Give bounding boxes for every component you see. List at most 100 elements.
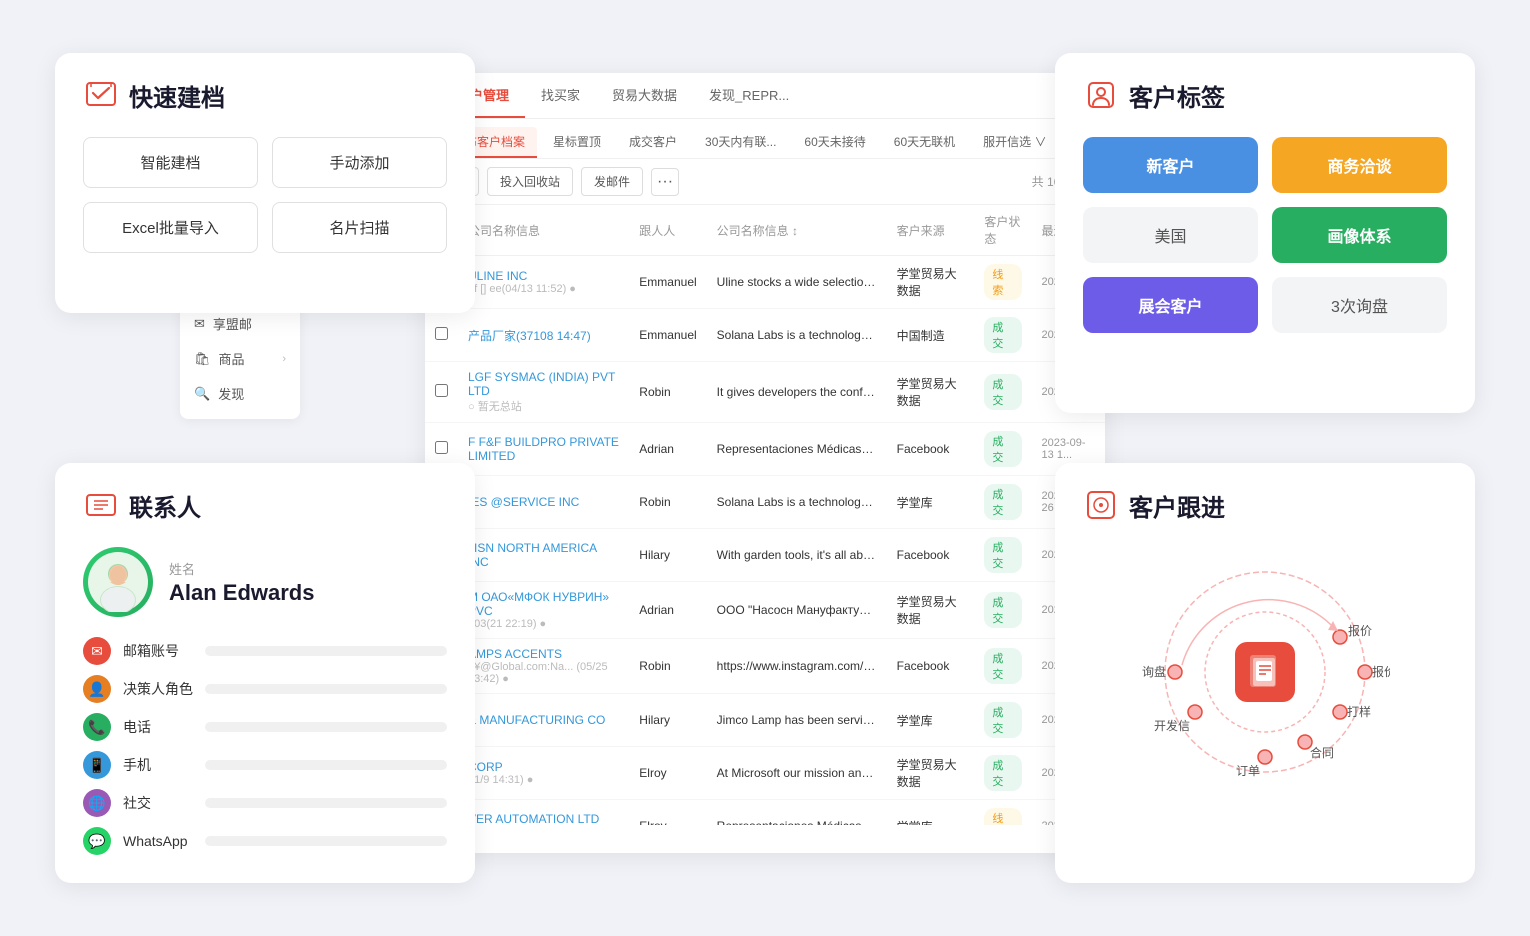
table-row[interactable]: F F&F BUILDPRO PRIVATE LIMITED Adrian Re… bbox=[425, 423, 1105, 476]
row-checkbox[interactable] bbox=[425, 362, 458, 423]
row-status: 成交 bbox=[974, 747, 1031, 800]
row-desc: It gives developers the confide... bbox=[707, 362, 887, 423]
row-source: Facebook bbox=[887, 639, 975, 694]
followup-circle-diagram: 报价 报价跟进 打样 合同 订单 开发信 询盘 bbox=[1140, 547, 1390, 797]
quick-archive-title: 快速建档 bbox=[83, 77, 447, 113]
table-row[interactable]: IES @SERVICE INC Robin Solana Labs is a … bbox=[425, 476, 1105, 529]
row-checkbox[interactable] bbox=[425, 309, 458, 362]
row-owner: Robin bbox=[629, 362, 706, 423]
tab-discover[interactable]: 发现_REPR... bbox=[693, 73, 805, 118]
row-source: 学堂库 bbox=[887, 476, 975, 529]
svg-text:打样: 打样 bbox=[1347, 704, 1371, 719]
th-source: 客户来源 bbox=[887, 205, 975, 256]
svg-text:询盘: 询盘 bbox=[1142, 664, 1166, 679]
row-owner: Elroy bbox=[629, 747, 706, 800]
table-row[interactable]: AMPS ACCENTS ¥¥@Global.com:Na... (05/25 … bbox=[425, 639, 1105, 694]
row-company: AMPS ACCENTS ¥¥@Global.com:Na... (05/25 … bbox=[458, 639, 629, 694]
quick-archive-title-text: 快速建档 bbox=[129, 78, 225, 113]
row-source: 学堂贸易大数据 bbox=[887, 256, 975, 309]
tab-trade-bigdata[interactable]: 贸易大数据 bbox=[596, 73, 693, 118]
tab-find-buyer[interactable]: 找买家 bbox=[525, 73, 596, 118]
row-owner: Emmanuel bbox=[629, 309, 706, 362]
row-status: 成交 bbox=[974, 639, 1031, 694]
field-row-phone: 📞 电话 bbox=[83, 713, 447, 741]
sub-tabs: 开布客户档案 星标置顶 成交客户 30天内有联... 60天未接待 60天无联机… bbox=[425, 119, 1105, 159]
row-source: Facebook bbox=[887, 423, 975, 476]
table-scroll-container[interactable]: 公司名称信息 跟人人 公司名称信息 ↕ 客户来源 客户状态 最近 ULINE I… bbox=[425, 205, 1105, 825]
row-status: 成交 bbox=[974, 309, 1031, 362]
tag-row-2: 美国 画像体系 bbox=[1083, 207, 1447, 263]
tag-row-1: 新客户 商务洽谈 bbox=[1083, 137, 1447, 193]
table-header-row: 公司名称信息 跟人人 公司名称信息 ↕ 客户来源 客户状态 最近 bbox=[425, 205, 1105, 256]
customer-tag-title-text: 客户标签 bbox=[1129, 78, 1225, 113]
table-tabs: 客户管理 找买家 贸易大数据 发现_REPR... bbox=[425, 73, 1105, 119]
sub-tab-60days-no-reception[interactable]: 60天未接待 bbox=[792, 127, 877, 158]
table-row[interactable]: ULINE INC ¥f [] ee(04/13 11:52) ● Emmanu… bbox=[425, 256, 1105, 309]
table-row[interactable]: JISN NORTH AMERICA INC Hilary With garde… bbox=[425, 529, 1105, 582]
table-card: 客户管理 找买家 贸易大数据 发现_REPR... 开布客户档案 星标置顶 成交… bbox=[425, 73, 1105, 853]
manual-add-btn[interactable]: 手动添加 bbox=[272, 137, 447, 188]
followup-icon bbox=[1083, 487, 1119, 523]
business-negotiation-tag[interactable]: 商务洽谈 bbox=[1272, 137, 1447, 193]
row-company: ULINE INC ¥f [] ee(04/13 11:52) ● bbox=[458, 256, 629, 309]
quick-archive-card: 快速建档 智能建档 手动添加 Excel批量导入 名片扫描 bbox=[55, 53, 475, 313]
followup-center-icon bbox=[1235, 642, 1295, 702]
svg-text:订单: 订单 bbox=[1236, 764, 1260, 778]
whatsapp-value-bar bbox=[205, 836, 447, 846]
table-row[interactable]: LGF SYSMAC (INDIA) PVT LTD ○ 暂无总站 Robin … bbox=[425, 362, 1105, 423]
table-row[interactable]: VER AUTOMATION LTD SIEME Elroy Represent… bbox=[425, 800, 1105, 826]
expo-customer-tag[interactable]: 展会客户 bbox=[1083, 277, 1258, 333]
row-desc: Representaciones Médicas del ... bbox=[707, 423, 887, 476]
contact-title-text: 联系人 bbox=[129, 488, 201, 523]
sub-tab-30days[interactable]: 30天内有联... bbox=[693, 127, 788, 158]
table-actions: 选 投入回收站 发邮件 ··· 共 1650 条 bbox=[425, 159, 1105, 205]
smart-archive-btn[interactable]: 智能建档 bbox=[83, 137, 258, 188]
row-source: 学堂库 bbox=[887, 694, 975, 747]
usa-tag[interactable]: 美国 bbox=[1083, 207, 1258, 263]
business-card-btn[interactable]: 名片扫描 bbox=[272, 202, 447, 253]
mobile-value-bar bbox=[205, 760, 447, 770]
table-row[interactable]: 产品厂家(37108 14:47) Emmanuel Solana Labs i… bbox=[425, 309, 1105, 362]
row-company: 产品厂家(37108 14:47) bbox=[458, 309, 629, 362]
row-source: 中国制造 bbox=[887, 309, 975, 362]
row-company: LGF SYSMAC (INDIA) PVT LTD ○ 暂无总站 bbox=[458, 362, 629, 423]
excel-import-btn[interactable]: Excel批量导入 bbox=[83, 202, 258, 253]
sub-tab-60days-no-machine[interactable]: 60天无联机 bbox=[882, 127, 967, 158]
row-desc: Jimco Lamp has been serving t... bbox=[707, 694, 887, 747]
row-status: 线索 bbox=[974, 256, 1031, 309]
row-desc: Solana Labs is a technology co... bbox=[707, 309, 887, 362]
quick-archive-icon bbox=[83, 77, 119, 113]
portrait-system-tag[interactable]: 画像体系 bbox=[1272, 207, 1447, 263]
sub-tab-star-top[interactable]: 星标置顶 bbox=[541, 127, 613, 158]
contact-profile: 姓名 Alan Edwards bbox=[83, 547, 447, 617]
svg-text:合同: 合同 bbox=[1310, 745, 1334, 760]
row-desc: Representaciones Médicas del ... bbox=[707, 800, 887, 826]
row-owner: Adrian bbox=[629, 582, 706, 639]
mail-icon: ✉ bbox=[83, 637, 111, 665]
sub-tab-more[interactable]: 服开信选 ∨ bbox=[971, 127, 1058, 158]
row-desc: Uline stocks a wide selection of... bbox=[707, 256, 887, 309]
mail-icon-sidebar: ✉ bbox=[194, 316, 205, 332]
table-row[interactable]: М ОАО«МФОК НУВРИH» PVC ¥03(21 22:19) ● A… bbox=[425, 582, 1105, 639]
customer-tag-icon bbox=[1083, 77, 1119, 113]
table-row[interactable]: CORP ¥1/9 14:31) ● Elroy At Microsoft ou… bbox=[425, 747, 1105, 800]
contact-name: Alan Edwards bbox=[169, 580, 314, 606]
more-actions-btn[interactable]: ··· bbox=[651, 168, 679, 196]
sidebar-item-discover[interactable]: 🔍 发现 bbox=[180, 376, 300, 411]
row-desc: https://www.instagram.com/el... bbox=[707, 639, 887, 694]
sub-tab-deal[interactable]: 成交客户 bbox=[617, 127, 689, 158]
phone-value-bar bbox=[205, 722, 447, 732]
row-owner: Robin bbox=[629, 639, 706, 694]
new-customer-tag[interactable]: 新客户 bbox=[1083, 137, 1258, 193]
row-source: Facebook bbox=[887, 529, 975, 582]
row-desc: At Microsoft our mission and va... bbox=[707, 747, 887, 800]
mobile-icon: 📱 bbox=[83, 751, 111, 779]
row-company: IES @SERVICE INC bbox=[458, 476, 629, 529]
recycle-btn[interactable]: 投入回收站 bbox=[487, 167, 573, 196]
sidebar-item-product[interactable]: 🛍 商品 › bbox=[180, 341, 300, 376]
table-row[interactable]: & MANUFACTURING CO Hilary Jimco Lamp has… bbox=[425, 694, 1105, 747]
row-status: 成交 bbox=[974, 694, 1031, 747]
inquiry-count-tag[interactable]: 3次询盘 bbox=[1272, 277, 1447, 333]
send-email-btn[interactable]: 发邮件 bbox=[581, 167, 643, 196]
th-desc: 公司名称信息 ↕ bbox=[707, 205, 887, 256]
